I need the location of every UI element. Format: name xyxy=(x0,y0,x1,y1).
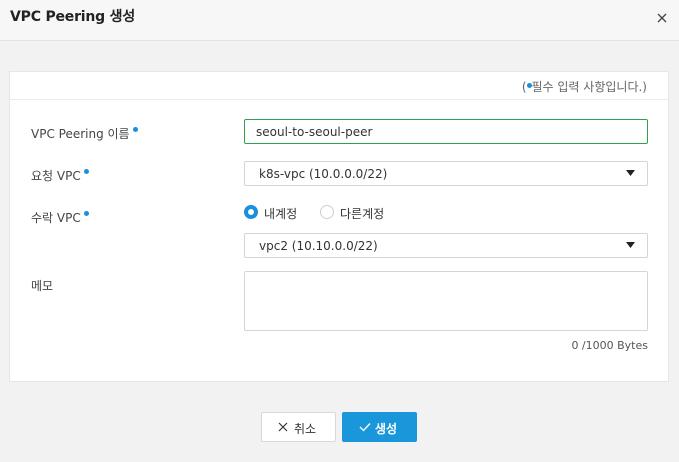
peering-name-input[interactable] xyxy=(244,119,648,144)
required-dot-icon xyxy=(132,127,138,132)
accept-vpc-select[interactable]: vpc2 (10.10.0.0/22) xyxy=(244,233,648,258)
required-dot-icon xyxy=(83,169,89,174)
radio-unchecked-icon xyxy=(320,205,334,219)
name-label-text: VPC Peering 이름 xyxy=(31,127,130,141)
radio-my-account-label: 내계정 xyxy=(264,207,298,221)
name-label: VPC Peering 이름 xyxy=(31,125,138,142)
required-note-open: ( xyxy=(521,80,527,94)
radio-other-account-label: 다른계정 xyxy=(340,207,385,221)
vpc-peering-create-dialog: VPC Peering 생성 ( 필수 입력 사항입니다.) VPC Peerin… xyxy=(0,0,679,462)
required-note: ( 필수 입력 사항입니다.) xyxy=(522,78,647,95)
form-panel: ( 필수 입력 사항입니다.) VPC Peering 이름 요청 VPC k8s… xyxy=(9,71,669,382)
create-button[interactable]: 생성 xyxy=(342,412,417,442)
memo-byte-counter: 0 /1000 Bytes xyxy=(571,339,648,352)
caret-down-icon xyxy=(626,170,635,176)
cancel-button[interactable]: 취소 xyxy=(261,412,336,442)
memo-label: 메모 xyxy=(31,277,53,294)
dialog-header: VPC Peering 생성 xyxy=(0,0,679,41)
close-icon xyxy=(657,13,667,23)
memo-label-text: 메모 xyxy=(31,279,54,293)
accept-vpc-label: 수락 VPC xyxy=(31,209,89,226)
cancel-button-label: 취소 xyxy=(294,422,317,436)
check-icon xyxy=(359,423,371,432)
request-vpc-label: 요청 VPC xyxy=(31,167,89,184)
request-vpc-value: k8s-vpc (10.0.0.0/22) xyxy=(259,167,388,181)
required-dot-icon xyxy=(83,211,89,216)
request-vpc-select[interactable]: k8s-vpc (10.0.0.0/22) xyxy=(244,161,648,186)
request-vpc-label-text: 요청 VPC xyxy=(31,169,81,183)
required-dot-icon xyxy=(526,83,532,88)
accept-vpc-value: vpc2 (10.10.0.0/22) xyxy=(259,239,378,253)
x-icon xyxy=(278,422,288,432)
memo-textarea[interactable] xyxy=(244,271,648,331)
create-button-label: 생성 xyxy=(375,422,398,436)
radio-checked-icon xyxy=(244,205,258,219)
caret-down-icon xyxy=(626,242,635,248)
dialog-title: VPC Peering 생성 xyxy=(10,9,136,25)
required-note-bar: ( 필수 입력 사항입니다.) xyxy=(10,72,668,100)
accept-vpc-label-text: 수락 VPC xyxy=(31,211,81,225)
close-button[interactable] xyxy=(652,8,672,28)
required-note-text: 필수 입력 사항입니다.) xyxy=(531,80,648,94)
